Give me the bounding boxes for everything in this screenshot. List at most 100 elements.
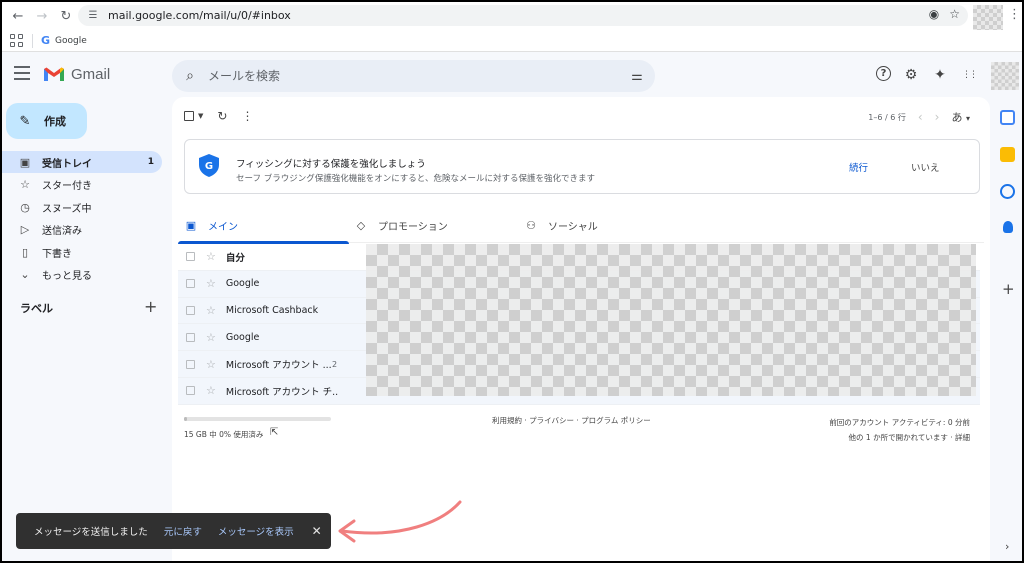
refresh-icon[interactable]: ↻: [217, 109, 227, 123]
star-icon[interactable]: ☆: [206, 331, 216, 344]
nav-item-snoozed[interactable]: ◷ スヌーズ中: [2, 196, 162, 218]
keep-icon[interactable]: [1000, 147, 1015, 162]
nav-item-drafts[interactable]: ▯ 下書き: [2, 241, 162, 263]
open-external-icon[interactable]: ⇱: [270, 427, 278, 438]
nav-item-label: スヌーズ中: [42, 203, 92, 215]
pencil-icon: ✎: [19, 113, 31, 129]
nav-item-inbox[interactable]: ▣ 受信トレイ 1: [2, 151, 162, 173]
nav-item-starred[interactable]: ☆ スター付き: [2, 174, 162, 196]
prev-page-icon[interactable]: ‹: [918, 110, 923, 124]
compose-button[interactable]: ✎ 作成: [6, 103, 87, 139]
nav-item-label: もっと見る: [42, 271, 92, 282]
unread-count: 1: [147, 157, 154, 167]
star-icon[interactable]: ☆: [206, 358, 216, 371]
nav-item-label: スター付き: [42, 181, 92, 192]
gmail-logo-icon[interactable]: [43, 66, 65, 82]
site-info-icon[interactable]: ☰: [86, 9, 100, 23]
row-checkbox[interactable]: [186, 279, 195, 289]
url-text[interactable]: mail.google.com/mail/u/0/#inbox: [108, 9, 291, 22]
input-tools-button[interactable]: あ ▾: [951, 109, 970, 125]
tab-label: メイン: [208, 221, 238, 233]
google-apps-icon[interactable]: ⋮⋮: [960, 66, 978, 84]
select-menu-icon[interactable]: ▼: [198, 112, 203, 120]
search-icon[interactable]: ⌕: [182, 68, 198, 84]
clock-icon: ◷: [20, 200, 30, 214]
row-checkbox[interactable]: [186, 386, 195, 396]
add-addon-icon[interactable]: +: [1002, 280, 1015, 298]
redacted-subjects: [366, 244, 976, 396]
forward-icon[interactable]: →: [30, 4, 54, 28]
star-icon[interactable]: ☆: [206, 250, 216, 263]
main-menu-icon[interactable]: [14, 66, 30, 80]
search-input[interactable]: [208, 69, 608, 83]
help-icon[interactable]: ?: [876, 66, 891, 81]
row-checkbox[interactable]: [186, 305, 195, 315]
row-checkbox[interactable]: [186, 359, 195, 369]
bookmark-google[interactable]: Google: [55, 36, 87, 46]
pagination: 1–6 / 6 行 ‹ › あ ▾: [868, 109, 970, 125]
tab-primary[interactable]: ▣ メイン: [178, 207, 349, 244]
expand-panel-icon[interactable]: ›: [1005, 540, 1009, 553]
row-checkbox[interactable]: [186, 332, 195, 342]
chevron-down-icon: ▾: [965, 114, 970, 123]
banner-dismiss-button[interactable]: いいえ: [911, 160, 940, 174]
bookmark-star-icon[interactable]: ☆: [949, 7, 960, 21]
inbox-icon: ▣: [19, 155, 31, 169]
input-tools-label: あ: [951, 111, 963, 124]
page-range: 1–6 / 6 行: [868, 112, 906, 122]
add-label-icon[interactable]: +: [144, 297, 157, 316]
back-icon[interactable]: ←: [6, 4, 30, 28]
account-avatar[interactable]: [991, 62, 1019, 90]
storage-usage: 15 GB 中 0% 使用済み: [184, 430, 264, 439]
view-message-button[interactable]: メッセージを表示: [218, 524, 294, 538]
star-icon[interactable]: ☆: [206, 304, 216, 317]
row-checkbox[interactable]: [186, 252, 195, 262]
more-icon[interactable]: ⋮: [241, 109, 253, 123]
star-icon[interactable]: ☆: [206, 277, 216, 290]
nav-item-label: 受信トレイ: [42, 158, 92, 170]
header-actions: ? ⚙ ✦ ⋮⋮: [876, 66, 978, 84]
category-tabs: ▣ メイン ◇ プロモーション ⚇ ソーシャル: [178, 207, 984, 244]
gemini-icon[interactable]: ✦: [931, 66, 949, 84]
banner-continue-button[interactable]: 続行: [849, 160, 868, 174]
account-activity: 前回のアカウント アクティビティ: 0 分前 他の 1 か所で開かれています ·…: [829, 415, 970, 445]
bookmarks-bar: G Google: [2, 30, 1022, 52]
star-icon[interactable]: ☆: [206, 384, 216, 397]
compose-label: 作成: [44, 115, 66, 128]
calendar-icon[interactable]: [1000, 110, 1015, 125]
storage-meter: [184, 417, 331, 421]
nav-item-label: 下書き: [42, 248, 72, 260]
snackbar-message: メッセージを送信しました: [34, 527, 148, 538]
mail-sender: 自分: [225, 252, 245, 264]
labels-heading: ラベル: [20, 302, 53, 315]
nav-item-sent[interactable]: ▷ 送信済み: [2, 219, 162, 241]
next-page-icon[interactable]: ›: [935, 110, 940, 124]
tab-promotions[interactable]: ◇ プロモーション: [354, 207, 514, 243]
browser-profile-avatar[interactable]: [973, 5, 1003, 31]
activity-details-link[interactable]: 他の 1 か所で開かれています · 詳細: [829, 430, 970, 445]
policy-links[interactable]: 利用規約 · プライバシー · プログラム ポリシー: [492, 415, 651, 426]
thread-count: 2: [332, 359, 338, 369]
apps-grid-icon[interactable]: [10, 33, 24, 48]
contacts-icon[interactable]: [1003, 221, 1013, 233]
settings-icon[interactable]: ⚙: [902, 66, 920, 84]
tab-social[interactable]: ⚇ ソーシャル: [524, 207, 684, 243]
shield-letter: G: [205, 161, 213, 172]
browser-menu-icon[interactable]: ⋮: [1008, 7, 1021, 22]
eye-icon[interactable]: ◉: [929, 7, 939, 21]
undo-button[interactable]: 元に戻す: [164, 524, 202, 538]
annotation-arrow-icon: [338, 500, 462, 543]
close-icon[interactable]: ✕: [312, 524, 322, 538]
mail-sender: Microsoft アカウント ...: [225, 360, 332, 372]
nav-item-more[interactable]: ⌄ もっと見る: [2, 264, 162, 286]
select-all-checkbox[interactable]: [184, 111, 194, 121]
gmail-wordmark[interactable]: Gmail: [71, 66, 110, 83]
screen-frame: ← → ↻ ☰ mail.google.com/mail/u/0/#inbox …: [2, 2, 1022, 561]
address-bar[interactable]: ☰ mail.google.com/mail/u/0/#inbox ◉ ☆: [78, 5, 968, 26]
tasks-icon[interactable]: [1000, 184, 1015, 199]
list-toolbar: ▼ ↻ ⋮: [184, 109, 253, 123]
search-bar[interactable]: ⌕ ⚌: [172, 60, 655, 92]
tab-label: プロモーション: [378, 221, 448, 233]
reload-icon[interactable]: ↻: [54, 4, 78, 28]
search-options-icon[interactable]: ⚌: [629, 68, 645, 84]
